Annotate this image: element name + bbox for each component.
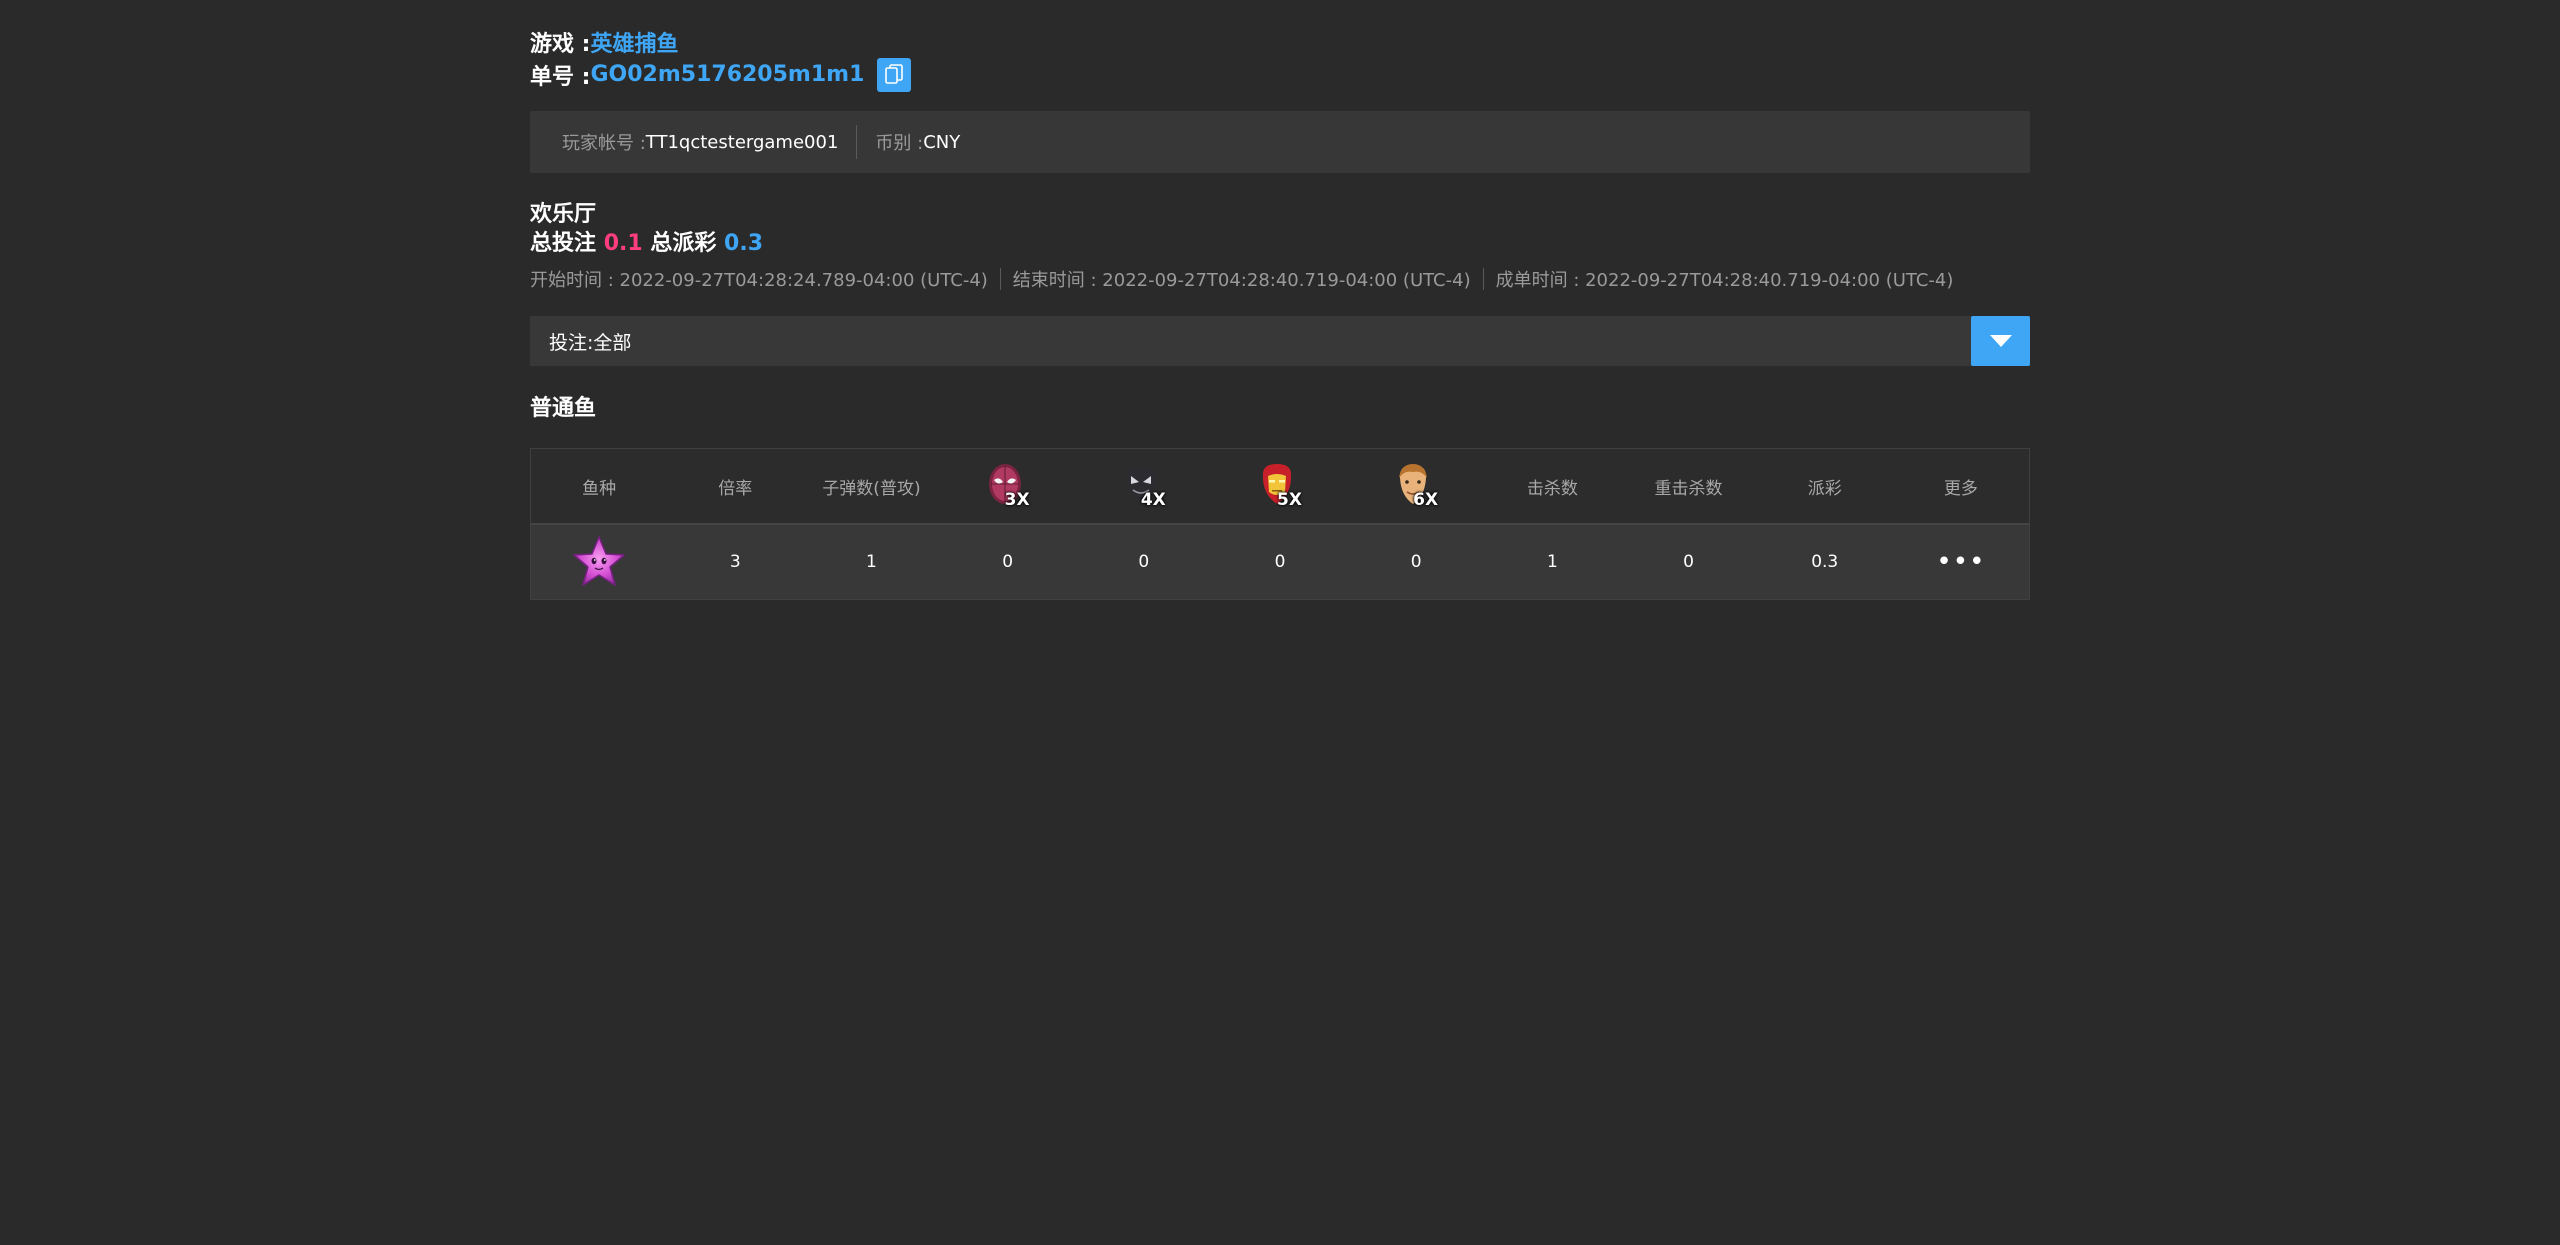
room-summary: 欢乐厅 总投注 0.1 总派彩 0.3 <box>530 200 2030 258</box>
cell-hero-3: 0 <box>1274 552 1286 572</box>
header-crit-kills: 重击杀数 <box>1654 478 1723 499</box>
game-label: 游戏 : <box>530 31 591 57</box>
player-info-bar: 玩家帐号 : TT1qctestergame001 币别 : CNY <box>530 111 2030 173</box>
cell-bullets: 1 <box>866 552 877 572</box>
filter-toggle-button[interactable] <box>1971 316 2030 366</box>
total-bet-label: 总投注 <box>530 231 597 256</box>
time-info: 开始时间 : 2022-09-27T04:28:24.789-04:00 (UT… <box>530 266 2030 292</box>
header-fish: 鱼种 <box>582 478 617 499</box>
copy-icon <box>885 63 904 84</box>
time-divider <box>999 268 1001 290</box>
hero-4-multiplier: 6X <box>1413 489 1439 510</box>
currency-value: CNY <box>923 131 961 153</box>
copy-order-button[interactable] <box>877 57 912 92</box>
iron-hero-icon: 5X <box>1255 458 1305 510</box>
cell-hero-4: 0 <box>1410 552 1422 572</box>
header-hero-1: 3X <box>940 458 1076 515</box>
hero-1-multiplier: 3X <box>1004 489 1030 510</box>
currency-label: 币别 : <box>875 133 924 154</box>
panther-hero-icon: 4X <box>1119 458 1169 510</box>
bet-detail-page: 游戏 : 英雄捕鱼 单号 : GO02m5176205m1m1 玩家帐号 : T… <box>530 0 2030 600</box>
cell-kills: 1 <box>1546 552 1558 572</box>
section-title: 普通鱼 <box>530 396 597 421</box>
star-lord-hero-icon: 6X <box>1391 458 1441 510</box>
player-value: TT1qctestergame001 <box>645 131 839 153</box>
header-hero-3: 5X <box>1212 458 1348 515</box>
total-payout-value: 0.3 <box>724 231 764 256</box>
total-bet-value: 0.1 <box>603 231 643 256</box>
game-line: 游戏 : 英雄捕鱼 <box>530 25 2030 58</box>
fish-table: 鱼种 倍率 子弹数(普攻) 3X 4X 5X 6X 击杀数 重击杀数 派彩 更多… <box>530 448 2030 600</box>
cell-payout: 0.3 <box>1811 552 1839 572</box>
cell-crit-kills: 0 <box>1683 552 1694 572</box>
settle-time: 成单时间 : 2022-09-27T04:28:40.719-04:00 (UT… <box>1495 270 1954 291</box>
header-payout: 派彩 <box>1807 478 1842 499</box>
table-row: 3 1 0 0 0 0 1 0 0.3 ••• <box>531 525 2029 599</box>
room-name: 欢乐厅 <box>530 202 597 227</box>
end-time: 结束时间 : 2022-09-27T04:28:40.719-04:00 (UT… <box>1012 270 1471 291</box>
table-header-row: 鱼种 倍率 子弹数(普攻) 3X 4X 5X 6X 击杀数 重击杀数 派彩 更多 <box>531 449 2029 525</box>
cell-more: ••• <box>1893 549 2029 575</box>
caret-down-icon <box>1989 335 2012 347</box>
hero-2-multiplier: 4X <box>1140 489 1166 510</box>
header-hero-4: 6X <box>1348 458 1484 515</box>
filter-label: 投注: <box>549 331 594 354</box>
cell-rate: 3 <box>729 552 741 572</box>
order-line: 单号 : GO02m5176205m1m1 <box>530 57 2030 92</box>
more-options-icon[interactable]: ••• <box>1936 547 1985 577</box>
spider-hero-icon: 3X <box>983 458 1033 510</box>
header-rate: 倍率 <box>718 478 753 499</box>
header-hero-2: 4X <box>1076 458 1212 515</box>
time-divider <box>1482 268 1484 290</box>
start-time: 开始时间 : 2022-09-27T04:28:24.789-04:00 (UT… <box>530 270 988 291</box>
starfish-icon <box>573 536 625 586</box>
order-id: GO02m5176205m1m1 <box>590 62 865 87</box>
totals-line: 总投注 0.1 总派彩 0.3 <box>530 229 2030 258</box>
bet-filter-dropdown[interactable]: 投注: 全部 <box>530 316 2030 366</box>
info-divider <box>856 125 858 159</box>
player-label: 玩家帐号 : <box>562 133 646 154</box>
cell-hero-1: 0 <box>1002 552 1014 572</box>
game-name: 英雄捕鱼 <box>590 31 679 57</box>
header-kills: 击杀数 <box>1526 478 1578 499</box>
header-more: 更多 <box>1943 478 1978 499</box>
total-payout-label: 总派彩 <box>650 231 717 256</box>
hero-3-multiplier: 5X <box>1276 489 1302 510</box>
cell-hero-2: 0 <box>1138 552 1150 572</box>
cell-fish <box>531 534 667 590</box>
order-label: 单号 : <box>530 64 591 90</box>
filter-value: 全部 <box>593 331 632 354</box>
header-bullets: 子弹数(普攻) <box>822 478 921 499</box>
